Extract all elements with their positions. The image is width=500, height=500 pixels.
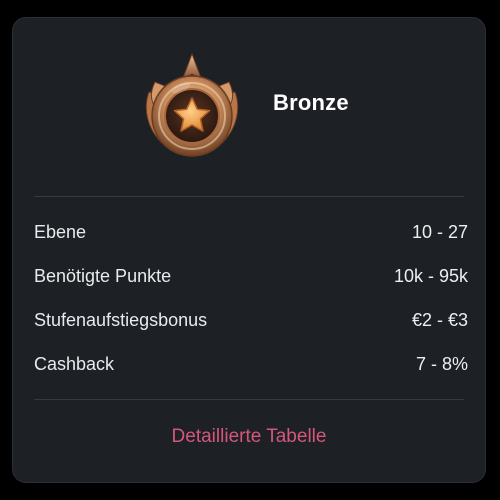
tier-card: Bronze Ebene 10 - 27 Benötigte Punkte 10…: [12, 17, 486, 483]
divider-bottom: [34, 399, 464, 400]
row-value: 10 - 27: [411, 221, 468, 242]
bronze-star-medal-icon: [139, 52, 245, 164]
row-level-up-bonus: Stufenaufstiegsbonus €2 - €3: [34, 298, 468, 342]
row-label: Benötigte Punkte: [34, 265, 172, 286]
divider-top: [34, 196, 464, 197]
row-cashback: Cashback 7 - 8%: [34, 342, 468, 386]
row-required-points: Benötigte Punkte 10k - 95k: [34, 254, 468, 298]
row-level: Ebene 10 - 27: [34, 210, 468, 254]
row-value: 10k - 95k: [393, 265, 468, 286]
tier-details-list: Ebene 10 - 27 Benötigte Punkte 10k - 95k…: [34, 210, 468, 386]
row-value: 7 - 8%: [415, 353, 468, 374]
row-label: Cashback: [34, 353, 115, 374]
row-label: Ebene: [34, 221, 87, 242]
row-value: €2 - €3: [411, 309, 468, 330]
tier-header: Bronze: [13, 18, 485, 198]
detailed-table-link[interactable]: Detaillierte Tabelle: [13, 426, 485, 448]
tier-name: Bronze: [273, 90, 349, 115]
row-label: Stufenaufstiegsbonus: [34, 309, 208, 330]
